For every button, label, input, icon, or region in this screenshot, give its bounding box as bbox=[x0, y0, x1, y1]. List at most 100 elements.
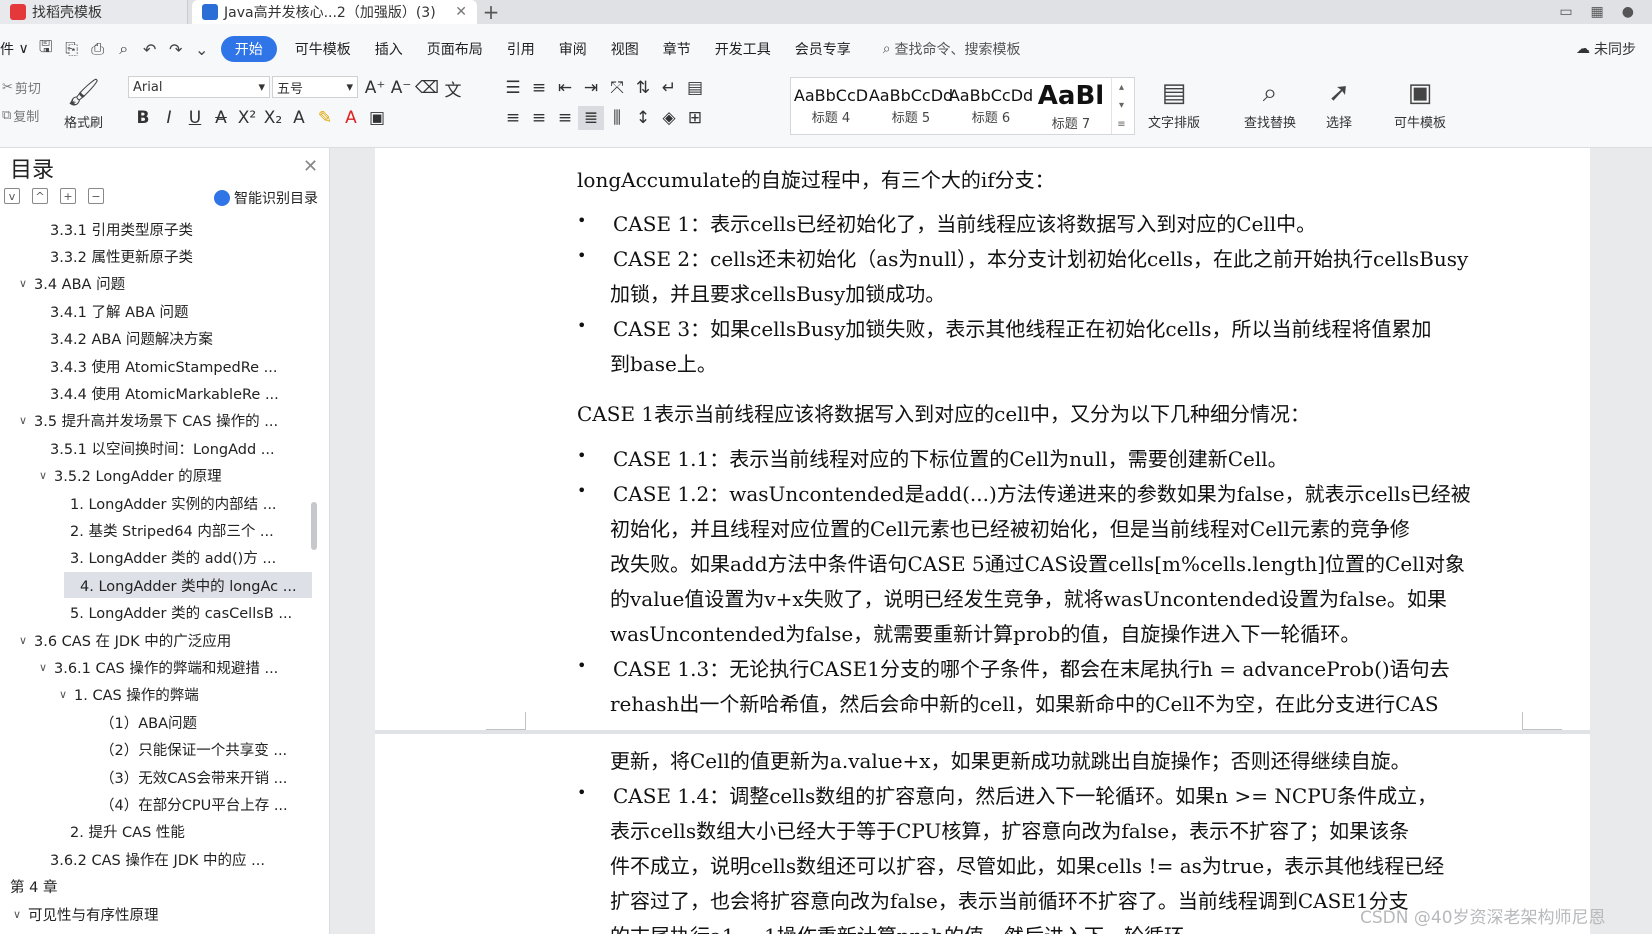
numbered-list-icon[interactable]: ≡ bbox=[526, 76, 552, 100]
toc-item[interactable]: 3.3.1 引用类型原子类 bbox=[0, 216, 318, 242]
decrease-indent-icon[interactable]: ⇤ bbox=[552, 76, 578, 100]
toc-item[interactable]: 4. LongAdder 类中的 longAc ... bbox=[64, 572, 312, 599]
line-spacing-icon[interactable]: ↕ bbox=[630, 106, 656, 130]
shrink-font-icon[interactable]: A⁻ bbox=[388, 76, 414, 100]
toc-item[interactable]: 3.4.4 使用 AtomicMarkableRe ... bbox=[0, 380, 318, 406]
menu-review[interactable]: 审阅 bbox=[547, 36, 599, 62]
customize-icon[interactable]: ⌄ bbox=[189, 36, 215, 62]
chevron-down-icon[interactable]: ▾ bbox=[1119, 100, 1124, 111]
toc-item[interactable]: 3.5.1 以空间换时间：LongAdd ... bbox=[0, 435, 318, 461]
layout-icon[interactable]: ▭ bbox=[1559, 4, 1572, 20]
subscript-icon[interactable]: X₂ bbox=[260, 106, 286, 130]
select-button[interactable]: ➚ 选择 bbox=[1326, 78, 1352, 131]
chevron-down-icon[interactable]: ∨ bbox=[10, 908, 24, 921]
menu-template[interactable]: 可牛模板 bbox=[283, 36, 363, 62]
tab-template-store[interactable]: 找稻壳模板 bbox=[0, 0, 188, 24]
style-heading-5[interactable]: AaBbCcDd 标题 5 bbox=[869, 78, 953, 134]
align-right-icon[interactable]: ≡ bbox=[552, 106, 578, 130]
toc-item[interactable]: （3）无效CAS会带来开销 ... bbox=[0, 764, 318, 790]
menu-insert[interactable]: 插入 bbox=[363, 36, 415, 62]
export-icon[interactable]: ⎘ bbox=[59, 36, 85, 62]
command-search[interactable]: ⌕ 查找命令、搜索模板 bbox=[883, 39, 1021, 59]
increase-indent-icon[interactable]: ⇥ bbox=[578, 76, 604, 100]
phonetic-icon[interactable]: 文 bbox=[440, 76, 466, 101]
bullet-list-icon[interactable]: ☰ bbox=[500, 76, 526, 100]
toc-item[interactable]: ∨ 3.6 CAS 在 JDK 中的广泛应用 bbox=[0, 627, 318, 653]
strikethrough-icon[interactable]: A bbox=[208, 106, 234, 130]
sort-icon[interactable]: ⇅ bbox=[630, 76, 656, 100]
table-icon[interactable]: ▤ bbox=[682, 76, 708, 100]
menu-view[interactable]: 视图 bbox=[599, 36, 651, 62]
toc-item[interactable]: 1. LongAdder 实例的内部结 ... bbox=[0, 490, 318, 516]
toc-item[interactable]: 2. 基类 Striped64 内部三个 ... bbox=[0, 517, 318, 543]
font-size-select[interactable]: 五号 ▾ bbox=[272, 76, 358, 98]
text-layout-button[interactable]: ▤ 文字排版 bbox=[1148, 78, 1200, 131]
menu-section[interactable]: 章节 bbox=[651, 36, 703, 62]
find-replace-button[interactable]: ⌕ 查找替换 bbox=[1244, 78, 1296, 131]
align-center-icon[interactable]: ≡ bbox=[526, 106, 552, 130]
shading-icon[interactable]: ◈ bbox=[656, 106, 682, 130]
toc-item[interactable]: 2. 提升 CAS 性能 bbox=[0, 819, 318, 845]
bold-icon[interactable]: B bbox=[130, 106, 156, 130]
remove-heading-icon[interactable]: − bbox=[88, 188, 104, 204]
char-border-icon[interactable]: ▣ bbox=[364, 106, 390, 130]
print-preview-icon[interactable]: ⌕ bbox=[111, 36, 137, 62]
file-menu[interactable]: 件 ∨ bbox=[0, 36, 33, 62]
copy-button[interactable]: ⧉ 复制 bbox=[2, 106, 39, 125]
tab-document[interactable]: Java高并发核心...2（加强版）(3) ✕ bbox=[192, 0, 477, 24]
chinese-layout-icon[interactable]: ⤧ bbox=[604, 76, 630, 100]
new-tab-button[interactable]: + bbox=[477, 0, 505, 24]
collapse-all-icon[interactable]: v bbox=[4, 188, 20, 204]
text-effect-icon[interactable]: A bbox=[286, 106, 312, 130]
toc-item[interactable]: （1）ABA问题 bbox=[0, 709, 318, 735]
smart-toc-button[interactable]: 智能识别目录 bbox=[214, 188, 318, 208]
sync-status[interactable]: ☁ 未同步 bbox=[1576, 39, 1652, 59]
underline-icon[interactable]: U bbox=[182, 106, 208, 130]
italic-icon[interactable]: I bbox=[156, 106, 182, 130]
close-icon[interactable]: ✕ bbox=[303, 156, 318, 177]
align-left-icon[interactable]: ≡ bbox=[500, 106, 526, 130]
tab-close-icon[interactable]: ✕ bbox=[455, 4, 467, 20]
borders-icon[interactable]: ⊞ bbox=[682, 106, 708, 130]
superscript-icon[interactable]: X² bbox=[234, 106, 260, 130]
grid-apps-icon[interactable]: ▦ bbox=[1591, 4, 1604, 20]
toc-item[interactable]: 3.3.2 属性更新原子类 bbox=[0, 243, 318, 269]
style-gallery-scroll[interactable]: ▴ ▾ ≡ bbox=[1111, 78, 1131, 134]
toc-item[interactable]: 5. LongAdder 类的 casCellsB ... bbox=[0, 600, 318, 626]
toc-item[interactable]: （4）在部分CPU平台上存 ... bbox=[0, 791, 318, 817]
toc-item[interactable]: ∨ 3.4 ABA 问题 bbox=[0, 271, 318, 297]
expand-icon[interactable]: ≡ bbox=[1117, 119, 1125, 130]
chevron-down-icon[interactable]: ∨ bbox=[16, 414, 30, 427]
menu-layout[interactable]: 页面布局 bbox=[415, 36, 495, 62]
undo-icon[interactable]: ↶ bbox=[137, 36, 163, 62]
menu-developer[interactable]: 开发工具 bbox=[703, 36, 783, 62]
style-heading-7[interactable]: AaBl 标题 7 bbox=[1031, 78, 1111, 134]
toc-item[interactable]: 3.6.2 CAS 操作在 JDK 中的应 ... bbox=[0, 846, 318, 872]
highlight-icon[interactable]: ✎ bbox=[312, 106, 338, 130]
toc-item[interactable]: ∨ 1. CAS 操作的弊端 bbox=[0, 682, 318, 708]
cut-button[interactable]: ✂ 剪切 bbox=[2, 78, 41, 97]
toc-item[interactable]: 第 4 章 bbox=[0, 874, 318, 900]
grow-font-icon[interactable]: A⁺ bbox=[362, 76, 388, 100]
menu-references[interactable]: 引用 bbox=[495, 36, 547, 62]
toc-scrollbar[interactable] bbox=[311, 502, 317, 550]
save-icon[interactable]: 🖫 bbox=[33, 36, 59, 62]
chevron-down-icon[interactable]: ∨ bbox=[16, 634, 30, 647]
clear-format-icon[interactable]: ⌫ bbox=[414, 76, 440, 100]
toc-item[interactable]: ∨ 可见性与有序性原理 bbox=[0, 901, 318, 927]
toc-item[interactable]: ∨ 3.6.1 CAS 操作的弊端和规避措 ... bbox=[0, 654, 318, 680]
redo-icon[interactable]: ↷ bbox=[163, 36, 189, 62]
toc-item[interactable]: ∨ 3.5.2 LongAdder 的原理 bbox=[0, 463, 318, 489]
toc-item[interactable]: 3. LongAdder 类的 add()方 ... bbox=[0, 545, 318, 571]
distribute-icon[interactable]: ⫼ bbox=[604, 106, 630, 130]
chevron-up-icon[interactable]: ▴ bbox=[1119, 82, 1124, 93]
print-icon[interactable]: ⎙ bbox=[85, 36, 111, 62]
menu-home[interactable]: 开始 bbox=[220, 36, 277, 62]
toc-item[interactable]: （2）只能保证一个共享变 ... bbox=[0, 737, 318, 763]
font-name-select[interactable]: Arial ▾ bbox=[128, 76, 270, 98]
toc-item[interactable]: 3.4.1 了解 ABA 问题 bbox=[0, 298, 318, 324]
menu-member[interactable]: 会员专享 bbox=[783, 36, 863, 62]
toc-item[interactable]: 3.4.3 使用 AtomicStampedRe ... bbox=[0, 353, 318, 379]
chevron-down-icon[interactable]: ∨ bbox=[56, 688, 70, 701]
format-painter-button[interactable]: 🖌 格式刷 bbox=[64, 78, 103, 131]
